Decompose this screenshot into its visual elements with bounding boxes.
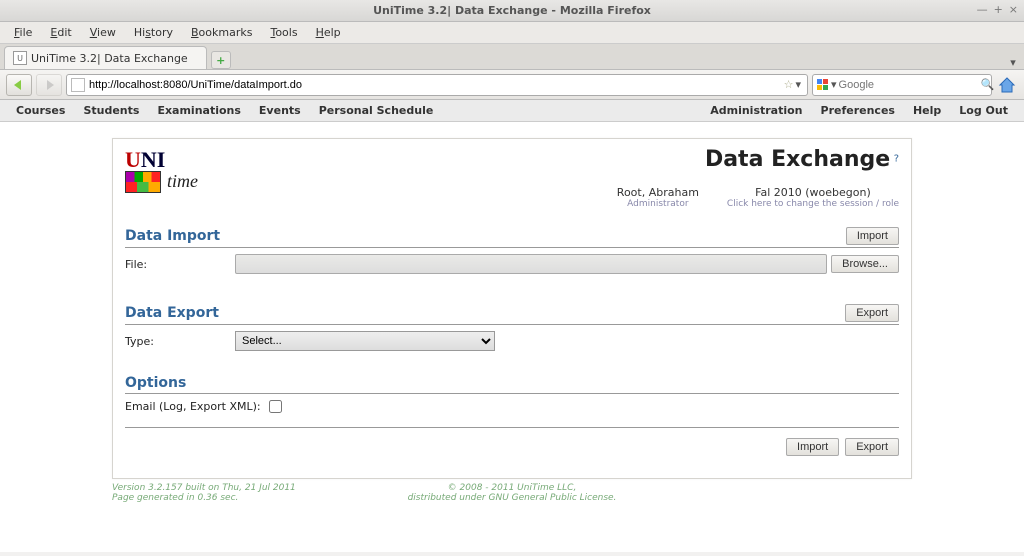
export-button-top[interactable]: Export xyxy=(845,304,899,322)
help-icon[interactable]: ? xyxy=(894,153,899,164)
unitime-logo: UNI time xyxy=(125,147,207,193)
file-label: File: xyxy=(125,258,235,271)
search-dropdown-icon[interactable]: ▾ xyxy=(829,78,839,91)
new-tab-button[interactable]: + xyxy=(211,51,231,69)
current-user: Root, Abraham xyxy=(617,186,699,199)
current-role: Administrator xyxy=(617,199,699,209)
url-input[interactable] xyxy=(89,79,784,91)
appmenu-students[interactable]: Students xyxy=(75,102,147,119)
appmenu-help[interactable]: Help xyxy=(905,102,949,119)
url-dropdown-icon[interactable]: ▾ xyxy=(793,78,803,91)
home-button[interactable] xyxy=(996,74,1018,96)
menu-bookmarks[interactable]: Bookmarks xyxy=(183,24,260,41)
forward-button[interactable] xyxy=(36,74,62,96)
section-export-label: Data Export xyxy=(125,305,219,321)
footer-copyright: © 2008 - 2011 UniTime LLC, xyxy=(312,483,712,493)
import-button-top[interactable]: Import xyxy=(846,227,899,245)
page-footer: Version 3.2.157 built on Thu, 21 Jul 201… xyxy=(112,483,912,503)
appmenu-events[interactable]: Events xyxy=(251,102,309,119)
type-select[interactable]: Select... xyxy=(235,331,495,351)
browser-menubar: File Edit View History Bookmarks Tools H… xyxy=(0,22,1024,44)
menu-view[interactable]: View xyxy=(82,24,124,41)
menu-history[interactable]: History xyxy=(126,24,181,41)
menu-edit[interactable]: Edit xyxy=(42,24,79,41)
type-label: Type: xyxy=(125,335,235,348)
appmenu-courses[interactable]: Courses xyxy=(8,102,73,119)
main-panel: UNI time Data Exchange ? Root, Abraham A… xyxy=(112,138,912,479)
search-input[interactable] xyxy=(839,79,981,91)
section-options-title: Options xyxy=(125,375,899,394)
appmenu-preferences[interactable]: Preferences xyxy=(813,102,903,119)
footer-license: distributed under GNU General Public Lic… xyxy=(312,493,712,503)
footer-version: Version 3.2.157 built on Thu, 21 Jul 201… xyxy=(112,483,312,493)
google-icon xyxy=(817,78,829,92)
footer-gen-time: Page generated in 0.36 sec. xyxy=(112,493,312,503)
appmenu-examinations[interactable]: Examinations xyxy=(149,102,248,119)
section-options-label: Options xyxy=(125,375,186,391)
section-import-label: Data Import xyxy=(125,228,220,244)
import-button-bottom[interactable]: Import xyxy=(786,438,839,456)
url-bar[interactable]: ☆ ▾ xyxy=(66,74,808,96)
section-export-title: Data Export Export xyxy=(125,304,899,325)
appmenu-personal-schedule[interactable]: Personal Schedule xyxy=(311,102,442,119)
export-button-bottom[interactable]: Export xyxy=(845,438,899,456)
file-input[interactable] xyxy=(235,254,827,274)
panel-header: UNI time Data Exchange ? Root, Abraham A… xyxy=(125,141,899,213)
email-row: Email (Log, Export XML): xyxy=(125,394,899,419)
bottom-divider xyxy=(125,427,899,428)
maximize-icon[interactable]: + xyxy=(994,3,1003,16)
bookmark-star-icon[interactable]: ☆ xyxy=(784,78,794,91)
type-row: Type: Select... xyxy=(125,325,899,357)
email-checkbox[interactable] xyxy=(269,400,282,413)
back-button[interactable] xyxy=(6,74,32,96)
search-bar[interactable]: ▾ 🔍 xyxy=(812,74,992,96)
change-session-link[interactable]: Click here to change the session / role xyxy=(727,199,899,209)
minimize-icon[interactable]: — xyxy=(977,3,988,16)
page-title: Data Exchange xyxy=(705,147,890,172)
browse-button[interactable]: Browse... xyxy=(831,255,899,273)
window-title: UniTime 3.2| Data Exchange - Mozilla Fir… xyxy=(373,4,651,17)
app-menubar: Courses Students Examinations Events Per… xyxy=(0,100,1024,122)
appmenu-administration[interactable]: Administration xyxy=(702,102,810,119)
menu-help[interactable]: Help xyxy=(308,24,349,41)
window-titlebar: UniTime 3.2| Data Exchange - Mozilla Fir… xyxy=(0,0,1024,22)
browser-tab[interactable]: U UniTime 3.2| Data Exchange xyxy=(4,46,207,69)
email-label: Email (Log, Export XML): xyxy=(125,400,261,413)
menu-tools[interactable]: Tools xyxy=(262,24,305,41)
menu-file[interactable]: File xyxy=(6,24,40,41)
section-import-title: Data Import Import xyxy=(125,227,899,248)
browser-tabstrip: U UniTime 3.2| Data Exchange + ▾ xyxy=(0,44,1024,70)
favicon-icon: U xyxy=(13,51,27,65)
tab-label: UniTime 3.2| Data Exchange xyxy=(31,52,188,65)
page-icon xyxy=(71,78,85,92)
appmenu-logout[interactable]: Log Out xyxy=(951,102,1016,119)
file-row: File: Browse... xyxy=(125,248,899,280)
close-icon[interactable]: × xyxy=(1009,3,1018,16)
page-content: UNI time Data Exchange ? Root, Abraham A… xyxy=(0,122,1024,552)
search-go-icon[interactable]: 🔍 xyxy=(981,78,995,91)
current-session: Fal 2010 (woebegon) xyxy=(727,186,899,199)
browser-navbar: ☆ ▾ ▾ 🔍 xyxy=(0,70,1024,100)
tab-overflow-button[interactable]: ▾ xyxy=(1006,56,1020,69)
